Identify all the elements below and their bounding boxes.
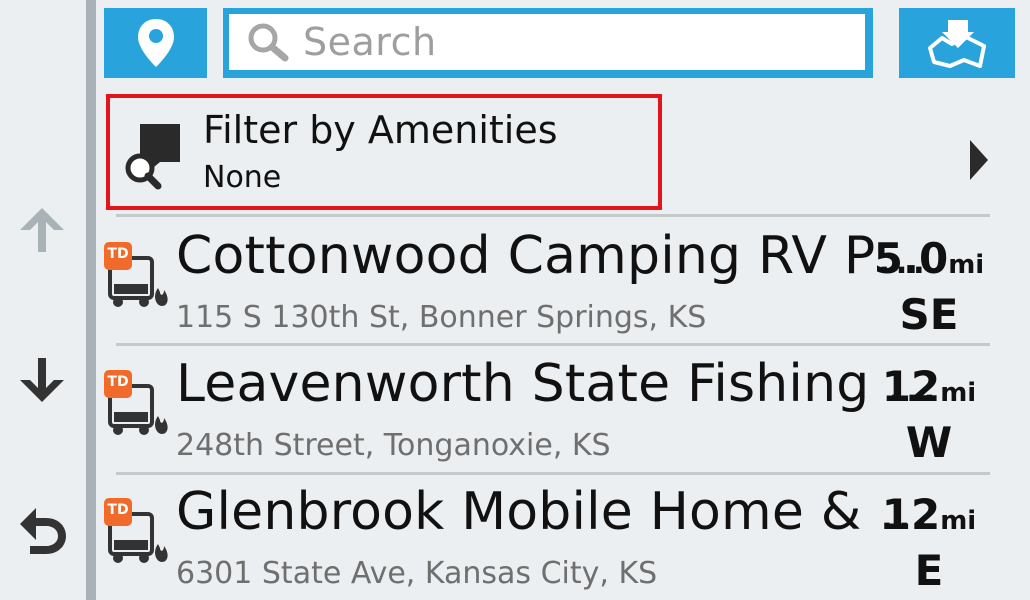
result-direction: W	[905, 418, 953, 467]
result-name: Leavenworth State Fishing …	[176, 354, 939, 414]
distance-value: 12	[881, 362, 941, 411]
result-address: 115 S 130th St, Bonner Springs, KS	[176, 300, 707, 335]
side-navigation	[0, 0, 86, 600]
badge-label: TD	[107, 374, 129, 390]
result-row[interactable]: TD Cottonwood Camping RV P… 115 S 130th …	[96, 218, 1030, 344]
badge-label: TD	[107, 246, 129, 262]
scroll-up-button[interactable]	[12, 200, 72, 260]
back-button[interactable]	[12, 500, 72, 560]
result-distance: 12mi	[864, 490, 994, 539]
result-distance: 5.0mi	[864, 234, 994, 283]
location-button[interactable]	[104, 8, 207, 78]
arrow-down-icon	[20, 358, 64, 402]
amenity-filter-icon	[125, 124, 180, 190]
result-address: 248th Street, Tonganoxie, KS	[176, 428, 611, 463]
result-row[interactable]: TD Leavenworth State Fishing … 248th Str…	[96, 346, 1030, 472]
map-view-icon	[928, 20, 986, 68]
row-separator	[116, 214, 990, 217]
distance-unit: mi	[940, 378, 977, 408]
result-address: 6301 State Ave, Kansas City, KS	[176, 556, 658, 591]
distance-unit: mi	[948, 250, 985, 280]
badge-label: TD	[107, 502, 129, 518]
result-name: Cottonwood Camping RV P…	[176, 226, 928, 286]
result-direction: SE	[899, 290, 959, 339]
chevron-right-icon	[970, 140, 988, 180]
distance-value: 12	[881, 490, 941, 539]
map-pin-icon	[137, 19, 174, 67]
back-icon	[20, 508, 66, 554]
map-view-button[interactable]	[899, 8, 1015, 78]
result-direction: E	[914, 546, 944, 595]
magnifier-icon	[248, 23, 289, 62]
arrow-up-icon	[20, 208, 64, 252]
result-row[interactable]: TD Glenbrook Mobile Home & … 6301 State …	[96, 474, 1030, 600]
search-input[interactable]: Search	[229, 14, 865, 70]
filter-value: None	[203, 160, 282, 195]
sidebar-divider	[86, 0, 96, 600]
scroll-down-button[interactable]	[12, 350, 72, 410]
result-distance: 12mi	[864, 362, 994, 411]
result-name: Glenbrook Mobile Home & …	[176, 482, 931, 542]
filter-amenities-row[interactable]: Filter by Amenities None	[106, 94, 1003, 210]
results-panel: Search Filter by Amenities None TD Cotto…	[96, 0, 1030, 600]
search-placeholder: Search	[303, 20, 437, 64]
filter-title: Filter by Amenities	[203, 108, 558, 152]
distance-unit: mi	[940, 506, 977, 536]
distance-value: 5.0	[873, 234, 949, 283]
search-bar[interactable]: Search	[223, 8, 873, 78]
